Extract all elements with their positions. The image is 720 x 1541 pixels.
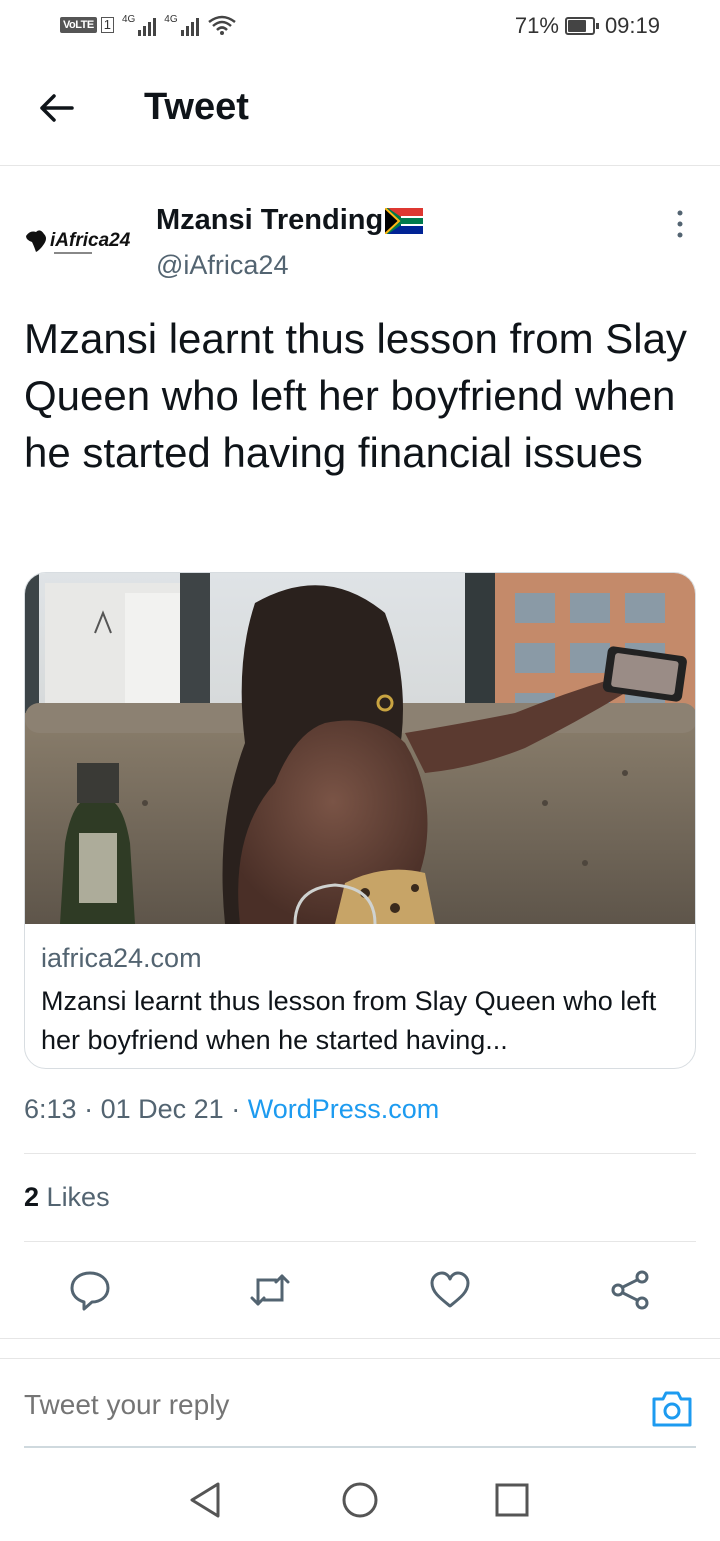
signal-icon: 4G bbox=[121, 14, 157, 36]
battery-fill bbox=[567, 20, 587, 32]
likes-label: Likes bbox=[46, 1182, 110, 1212]
recents-square-icon[interactable] bbox=[492, 1480, 532, 1520]
tweet-text: Mzansi learnt thus lesson from Slay Quee… bbox=[24, 315, 687, 476]
top-app-bar: Tweet bbox=[0, 56, 720, 166]
network-label-2: 4G bbox=[164, 14, 178, 25]
status-right: 71% 09:19 bbox=[515, 13, 660, 39]
tweet-time: 6:13 bbox=[24, 1094, 77, 1124]
likes-count[interactable]: 2 Likes bbox=[24, 1182, 110, 1213]
status-left: VoLTE 1 4G 4G bbox=[60, 14, 237, 36]
card-domain: iafrica24.com bbox=[41, 943, 202, 973]
heart-icon[interactable] bbox=[428, 1268, 472, 1312]
divider bbox=[24, 1241, 696, 1242]
share-icon[interactable] bbox=[608, 1268, 652, 1312]
avatar-logo-text: iAfrica24 bbox=[50, 230, 131, 251]
system-nav-bar bbox=[0, 1460, 720, 1541]
clock: 09:19 bbox=[604, 13, 660, 38]
divider bbox=[0, 1338, 720, 1339]
more-options-icon[interactable] bbox=[670, 208, 690, 240]
page-title: Tweet bbox=[144, 86, 249, 128]
author-handle[interactable]: @iAfrica24 bbox=[156, 250, 288, 281]
south-africa-flag-icon bbox=[385, 207, 424, 234]
reply-composer bbox=[0, 1358, 720, 1448]
tweet-actions bbox=[0, 1256, 720, 1326]
home-circle-icon[interactable] bbox=[340, 1480, 380, 1520]
tweet-date: 01 Dec 21 bbox=[100, 1094, 224, 1124]
card-title: Mzansi learnt thus lesson from Slay Quee… bbox=[41, 986, 657, 1055]
signal-icon-2: 4G bbox=[164, 14, 199, 36]
battery-icon bbox=[564, 17, 599, 35]
wifi-icon bbox=[207, 15, 236, 35]
divider bbox=[24, 1153, 696, 1154]
arrow-left-icon[interactable] bbox=[36, 88, 76, 128]
likes-number: 2 bbox=[24, 1182, 40, 1212]
reply-icon[interactable] bbox=[68, 1268, 112, 1312]
camera-icon[interactable] bbox=[650, 1387, 694, 1431]
card-image bbox=[25, 573, 695, 924]
back-triangle-icon[interactable] bbox=[186, 1480, 226, 1520]
author-name[interactable]: Mzansi Trending bbox=[156, 204, 424, 237]
status-bar: VoLTE 1 4G 4G 71% 09:19 bbox=[0, 0, 720, 56]
reply-underline bbox=[24, 1446, 696, 1448]
retweet-icon[interactable] bbox=[248, 1268, 292, 1312]
separator-2: · bbox=[231, 1094, 241, 1124]
tweet-source-link[interactable]: WordPress.com bbox=[248, 1094, 440, 1124]
reply-input[interactable] bbox=[24, 1389, 584, 1421]
battery-percent: 71% bbox=[514, 13, 559, 38]
card-meta: iafrica24.com Mzansi learnt thus lesson … bbox=[25, 925, 695, 1060]
avatar[interactable]: iAfrica24 bbox=[22, 222, 132, 262]
tweet-timestamp: 6:13 · 01 Dec 21 · WordPress.com bbox=[24, 1094, 439, 1125]
volte-badge: VoLTE bbox=[60, 17, 97, 33]
network-label: 4G bbox=[121, 14, 136, 25]
author-name-text: Mzansi Trending bbox=[156, 204, 384, 236]
separator: · bbox=[84, 1094, 94, 1124]
tweet-author: iAfrica24 Mzansi Trending @iAfrica24 bbox=[0, 190, 720, 300]
link-card[interactable]: iafrica24.com Mzansi learnt thus lesson … bbox=[24, 572, 696, 1069]
sim-badge: 1 bbox=[100, 17, 114, 33]
